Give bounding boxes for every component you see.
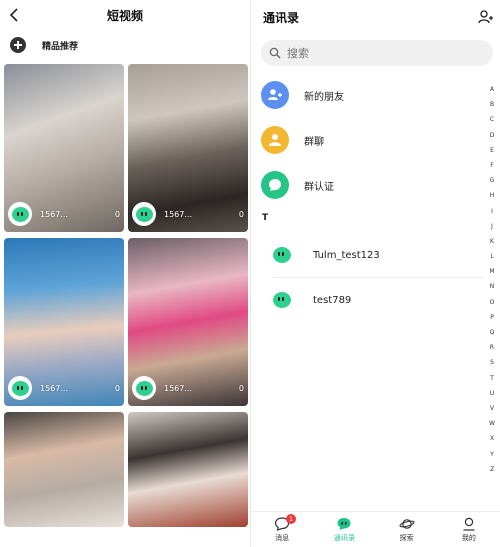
back-arrow-icon[interactable] xyxy=(8,6,22,24)
alpha-letter[interactable]: C xyxy=(490,112,494,127)
like-count: 0 xyxy=(238,383,244,393)
alpha-letter[interactable]: G xyxy=(490,173,495,188)
chat-bubble-icon xyxy=(135,206,153,222)
chat-bubble-icon xyxy=(273,247,291,263)
avatar xyxy=(132,376,156,400)
recommend-label: 精品推荐 xyxy=(42,41,79,52)
page-title: 通讯录 xyxy=(263,10,300,25)
video-author: 1567... xyxy=(40,383,68,393)
alpha-letter[interactable]: V xyxy=(490,401,494,416)
chat-bubble-icon xyxy=(273,292,291,308)
search-input[interactable] xyxy=(287,46,467,60)
divider xyxy=(273,277,483,278)
verify-chat-icon xyxy=(261,171,289,199)
video-card-footer: 1567... 0 xyxy=(128,376,248,400)
alpha-letter[interactable]: W xyxy=(489,416,495,431)
video-card[interactable]: 1567... 0 xyxy=(128,64,248,232)
recommend-bar: 精品推荐 xyxy=(0,30,250,60)
video-card[interactable] xyxy=(4,412,124,527)
contact-item[interactable]: Tulm_test123 xyxy=(273,241,483,269)
tab-explore[interactable]: 探索 xyxy=(376,512,438,547)
alpha-letter[interactable]: Z xyxy=(490,462,494,477)
group-verify-item[interactable]: 群认证 xyxy=(261,169,486,201)
alpha-letter[interactable]: X xyxy=(490,431,494,446)
alpha-letter[interactable]: F xyxy=(490,158,493,173)
alphabet-index[interactable]: A B C D E F G H I J K L M N O P Q R S T … xyxy=(486,82,498,477)
chat-bubble-icon xyxy=(11,380,29,396)
tab-profile[interactable]: 我的 xyxy=(438,512,500,547)
tab-label: 我的 xyxy=(461,533,476,542)
video-grid: 1567... 0 1567... 0 1567... 0 1567... 0 xyxy=(4,64,248,527)
alpha-letter[interactable]: Q xyxy=(490,325,495,340)
video-author: 1567... xyxy=(40,209,68,219)
planet-icon xyxy=(399,518,415,529)
like-count: 0 xyxy=(238,209,244,219)
tab-label: 探索 xyxy=(399,533,414,542)
contact-item[interactable]: test789 xyxy=(273,286,483,314)
group-verify-label: 群认证 xyxy=(304,181,334,193)
app-root: 短视频 精品推荐 1567... 0 1567... 0 1567... 0 1… xyxy=(0,0,500,547)
video-card-footer: 1567... 0 xyxy=(4,376,124,400)
alpha-letter[interactable]: P xyxy=(490,310,494,325)
like-count: 0 xyxy=(114,209,120,219)
tab-messages[interactable]: 1 消息 xyxy=(251,512,313,547)
alpha-letter[interactable]: U xyxy=(490,386,494,401)
alpha-letter[interactable]: E xyxy=(490,143,494,158)
alpha-letter[interactable]: Y xyxy=(490,447,494,462)
avatar xyxy=(8,202,32,226)
alpha-letter[interactable]: O xyxy=(490,295,495,310)
add-circle-icon[interactable] xyxy=(10,37,26,53)
add-friend-icon xyxy=(261,81,289,109)
alpha-letter[interactable]: I xyxy=(491,204,493,219)
chat-bubble-icon xyxy=(11,206,29,222)
add-user-icon[interactable] xyxy=(478,9,494,25)
video-card-footer: 1567... 0 xyxy=(4,202,124,226)
video-author: 1567... xyxy=(164,383,192,393)
video-card[interactable] xyxy=(128,412,248,527)
video-author: 1567... xyxy=(164,209,192,219)
like-count: 0 xyxy=(114,383,120,393)
chat-bubble-icon xyxy=(135,380,153,396)
alpha-letter[interactable]: R xyxy=(490,340,494,355)
avatar xyxy=(8,376,32,400)
profile-icon xyxy=(463,517,475,531)
tab-label: 消息 xyxy=(275,533,290,542)
tab-contacts[interactable]: 通讯录 xyxy=(313,512,375,547)
group-chat-label: 群聊 xyxy=(304,136,324,148)
short-video-pane: 短视频 精品推荐 1567... 0 1567... 0 1567... 0 1… xyxy=(0,0,251,547)
video-card-footer: 1567... 0 xyxy=(128,202,248,226)
contacts-header: 通讯录 xyxy=(251,0,500,34)
alpha-letter[interactable]: S xyxy=(490,355,494,370)
alpha-letter[interactable]: N xyxy=(490,279,495,294)
alpha-letter[interactable]: D xyxy=(490,128,495,143)
video-card[interactable]: 1567... 0 xyxy=(4,238,124,406)
contact-name: Tulm_test123 xyxy=(313,249,380,261)
alpha-letter[interactable]: L xyxy=(490,249,493,264)
alpha-letter[interactable]: B xyxy=(490,97,494,112)
video-card[interactable]: 1567... 0 xyxy=(4,64,124,232)
tab-label: 通讯录 xyxy=(333,533,355,542)
contacts-icon xyxy=(337,517,351,530)
search-bar[interactable] xyxy=(261,40,493,66)
page-title: 短视频 xyxy=(106,8,143,23)
new-friends-label: 新的朋友 xyxy=(304,91,344,103)
alpha-letter[interactable]: T xyxy=(490,371,494,386)
alpha-letter[interactable]: J xyxy=(491,219,493,234)
bottom-tab-bar: 1 消息 通讯录 探索 我的 xyxy=(251,511,500,547)
alpha-letter[interactable]: M xyxy=(489,264,494,279)
group-chat-item[interactable]: 群聊 xyxy=(261,124,486,156)
section-header-letter: T xyxy=(262,213,269,223)
contact-name: test789 xyxy=(313,294,352,306)
video-card[interactable]: 1567... 0 xyxy=(128,238,248,406)
short-video-header: 短视频 xyxy=(0,0,250,30)
avatar xyxy=(132,202,156,226)
search-icon xyxy=(269,47,281,59)
alpha-letter[interactable]: H xyxy=(490,188,495,203)
alpha-letter[interactable]: K xyxy=(490,234,494,249)
unread-badge: 1 xyxy=(286,514,296,524)
alpha-letter[interactable]: A xyxy=(490,82,494,97)
group-icon xyxy=(261,126,289,154)
new-friends-item[interactable]: 新的朋友 xyxy=(261,79,486,111)
contacts-pane: 通讯录 新的朋友 群聊 xyxy=(251,0,500,547)
